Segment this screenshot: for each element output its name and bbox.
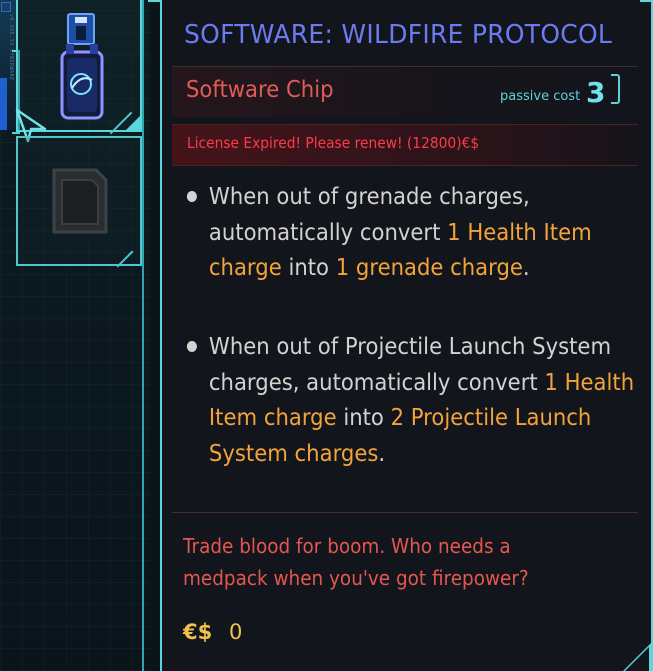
effect-highlight: 1 grenade charge	[335, 255, 523, 281]
effects-list: When out of grenade charges, automatical…	[185, 180, 634, 472]
filter-icon[interactable]	[1, 2, 11, 12]
license-warning: License Expired! Please renew! (12800)€$	[187, 134, 480, 152]
cost-bracket-icon	[611, 74, 620, 104]
empty-chip-slot-icon	[52, 168, 108, 234]
inventory-slot-empty[interactable]	[16, 136, 142, 268]
passive-cost-label: passive cost	[500, 89, 581, 104]
bullet-icon	[186, 341, 197, 352]
edge-highlight-bar	[0, 78, 7, 130]
column-divider	[142, 0, 150, 671]
effect-text: When out of grenade charges, automatical…	[208, 184, 592, 281]
software-shard-icon	[60, 13, 104, 120]
item-type: Software Chip	[186, 77, 334, 103]
effect-item: When out of Projectile Launch System cha…	[185, 330, 641, 472]
bullet-icon	[186, 191, 197, 202]
item-title: SOFTWARE: WILDFIRE PROTOCOL	[184, 20, 613, 50]
flavor-text: Trade blood for boom. Who needs a medpac…	[183, 534, 529, 590]
effect-item: When out of grenade charges, automatical…	[185, 180, 641, 322]
passive-cost-value: 3	[586, 76, 606, 109]
effect-text: When out of Projectile Launch System cha…	[208, 334, 635, 467]
eurodollar-icon: €$	[183, 620, 213, 644]
item-price: 0	[229, 620, 243, 644]
